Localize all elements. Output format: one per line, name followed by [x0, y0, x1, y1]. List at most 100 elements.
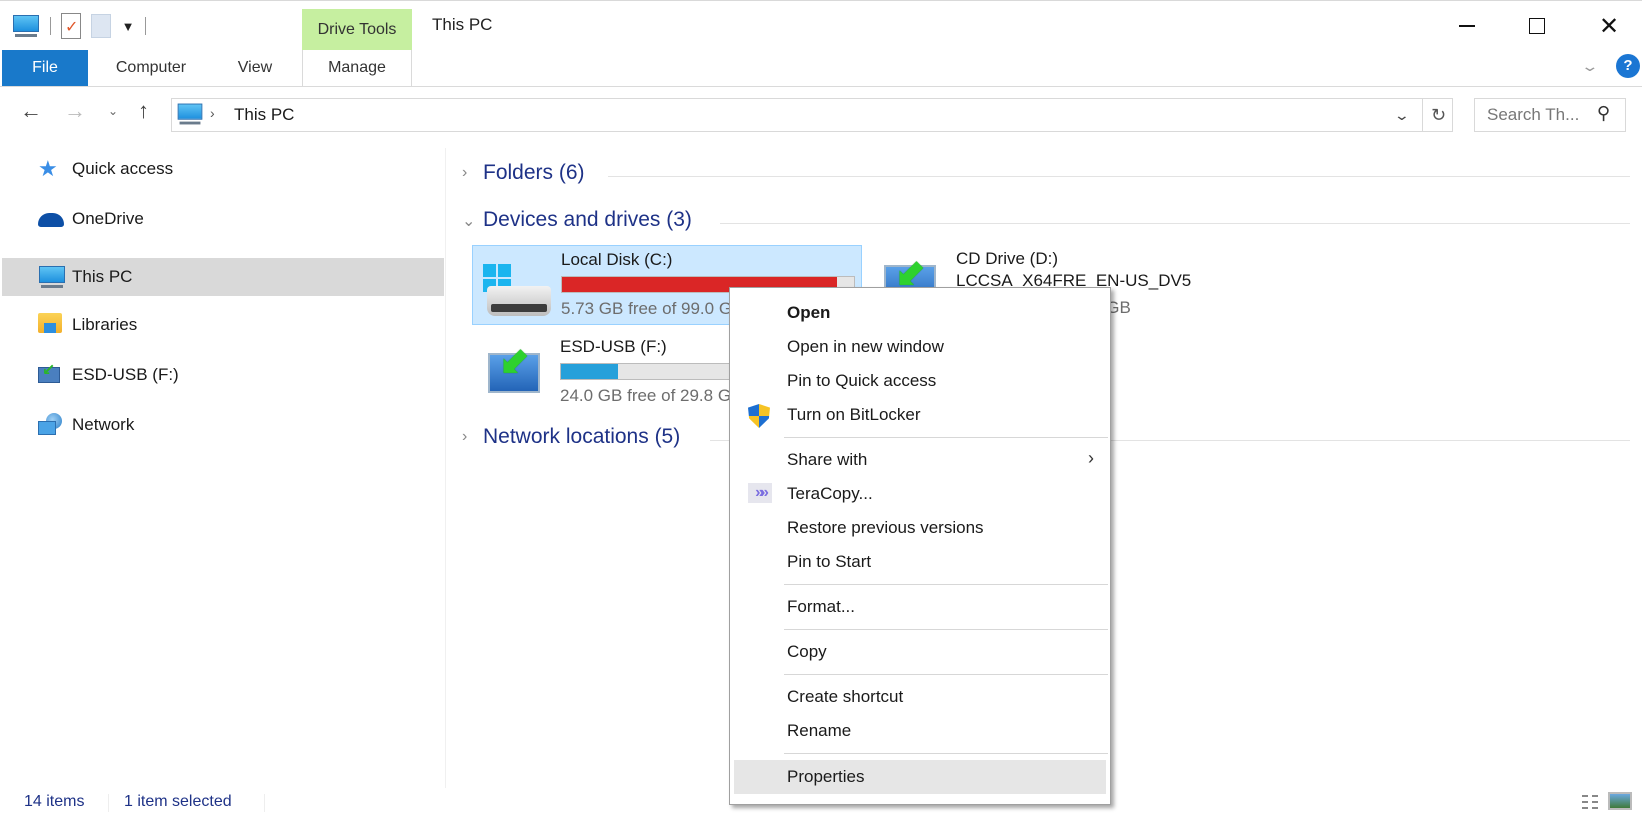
help-icon[interactable]: ? — [1616, 54, 1640, 78]
this-pc-icon — [177, 103, 204, 126]
menu-item-label: Pin to Start — [787, 552, 872, 571]
menu-item-turn-on-bitlocker[interactable]: Turn on BitLocker — [734, 398, 1106, 432]
tab-view[interactable]: View — [222, 50, 288, 86]
recent-locations-button[interactable]: ⌄ — [108, 104, 118, 118]
expand-chevron-icon[interactable]: › — [462, 164, 467, 182]
new-folder-icon[interactable] — [91, 14, 111, 38]
sidebar-item-esd-usb[interactable]: ESD-USB (F:) — [2, 356, 444, 394]
menu-item-open[interactable]: Open — [734, 296, 1106, 330]
toolbar-separator — [145, 17, 146, 35]
drive-free-space: 24.0 GB free of 29.8 GB — [560, 386, 743, 405]
search-placeholder: Search Th... — [1487, 105, 1580, 124]
up-button[interactable]: ↑ — [138, 98, 149, 124]
drive-name: CD Drive (D:) — [956, 249, 1058, 268]
menu-item-label: Rename — [787, 721, 852, 740]
customize-dropdown-icon[interactable]: ▼ — [121, 19, 135, 34]
menu-item-label: Pin to Quick access — [787, 371, 937, 390]
status-bar: 14 items 1 item selected — [0, 788, 1642, 815]
expand-chevron-icon[interactable]: › — [462, 428, 467, 446]
tab-file[interactable]: File — [2, 50, 88, 86]
menu-item-teracopy[interactable]: »» TeraCopy... — [734, 477, 1106, 511]
menu-item-label: Create shortcut — [787, 687, 904, 706]
context-menu: Open Open in new window Pin to Quick acc… — [729, 287, 1111, 805]
details-view-icon[interactable] — [1574, 792, 1600, 812]
menu-separator — [784, 674, 1108, 675]
search-input[interactable]: Search Th... ⚲ — [1474, 98, 1626, 132]
group-title[interactable]: Folders (6) — [483, 161, 585, 185]
computer-icon[interactable] — [12, 14, 40, 38]
navigation-bar: ← → ⌄ ↑ › This PC ⌄ ↻ Search Th... ⚲ — [0, 88, 1642, 140]
tab-computer[interactable]: Computer — [96, 50, 206, 86]
drive-usage-fill — [561, 364, 618, 379]
menu-item-share-with[interactable]: Share with › — [734, 443, 1106, 477]
teracopy-icon: »» — [748, 483, 772, 505]
drive-name: Local Disk (C:) — [561, 250, 673, 269]
menu-item-copy[interactable]: Copy — [734, 635, 1106, 669]
status-divider — [108, 794, 109, 812]
window-title: This PC — [432, 15, 493, 34]
group-folders[interactable]: › Folders (6) — [448, 160, 1638, 190]
sidebar-item-label: Network — [72, 415, 135, 434]
menu-item-pin-to-start[interactable]: Pin to Start — [734, 545, 1106, 579]
minimize-button[interactable] — [1444, 9, 1490, 43]
menu-item-open-in-new-window[interactable]: Open in new window — [734, 330, 1106, 364]
maximize-button[interactable] — [1514, 9, 1560, 43]
sidebar-item-label: OneDrive — [72, 209, 144, 228]
menu-item-label: Open in new window — [787, 337, 944, 356]
menu-item-pin-to-quick-access[interactable]: Pin to Quick access — [734, 364, 1106, 398]
sidebar-item-onedrive[interactable]: OneDrive — [2, 200, 444, 238]
drive-tools-context-tab: Drive Tools — [302, 9, 412, 51]
menu-item-rename[interactable]: Rename — [734, 714, 1106, 748]
sidebar-item-label: Quick access — [72, 159, 174, 178]
quick-access-toolbar: ▼ — [12, 13, 146, 39]
large-icons-view-icon[interactable] — [1608, 792, 1632, 810]
libraries-icon — [38, 313, 66, 337]
search-icon[interactable]: ⚲ — [1597, 103, 1610, 124]
drive-name: ESD-USB (F:) — [560, 337, 667, 356]
forward-button[interactable]: → — [64, 98, 86, 124]
group-title[interactable]: Network locations (5) — [483, 425, 680, 449]
breadcrumb-chevron-icon[interactable]: › — [210, 105, 215, 121]
group-title[interactable]: Devices and drives (3) — [483, 208, 692, 232]
sidebar-item-this-pc[interactable]: This PC — [2, 258, 444, 296]
expand-ribbon-icon[interactable]: ⌄ — [1580, 58, 1599, 75]
menu-item-label: Open — [787, 303, 831, 322]
onedrive-cloud-icon — [38, 207, 66, 231]
refresh-button[interactable]: ↻ — [1422, 99, 1454, 131]
menu-item-restore-previous-versions[interactable]: Restore previous versions — [734, 511, 1106, 545]
usb-drive-icon — [38, 360, 66, 387]
network-icon — [38, 413, 66, 437]
selection-count: 1 item selected — [124, 793, 232, 810]
menu-separator — [784, 753, 1108, 754]
menu-item-format[interactable]: Format... — [734, 590, 1106, 624]
menu-item-create-shortcut[interactable]: Create shortcut — [734, 680, 1106, 714]
quick-access-star-icon: ★ — [38, 156, 58, 181]
breadcrumb-this-pc[interactable]: This PC — [234, 105, 294, 125]
address-dropdown-icon[interactable]: ⌄ — [1394, 107, 1410, 124]
back-button[interactable]: ← — [20, 98, 42, 124]
collapse-chevron-icon[interactable]: ⌄ — [462, 211, 475, 231]
menu-separator — [784, 437, 1108, 438]
menu-item-label: Turn on BitLocker — [787, 405, 921, 424]
sidebar-item-libraries[interactable]: Libraries — [2, 306, 444, 344]
drive-free-space: 5.73 GB free of 99.0 GB — [561, 299, 744, 318]
menu-separator — [784, 584, 1108, 585]
group-devices-and-drives[interactable]: ⌄ Devices and drives (3) — [448, 207, 1638, 237]
title-bar: ▼ Drive Tools This PC ✕ — [0, 0, 1642, 51]
tab-manage[interactable]: Manage — [302, 50, 412, 86]
status-divider — [264, 794, 265, 812]
this-pc-icon — [38, 265, 66, 289]
properties-icon[interactable] — [61, 13, 81, 39]
address-bar[interactable]: › This PC ⌄ ↻ — [171, 98, 1453, 132]
item-count: 14 items — [24, 793, 85, 810]
menu-item-label: Format... — [787, 597, 856, 616]
menu-item-label: Copy — [787, 642, 827, 661]
toolbar-separator — [50, 17, 51, 35]
group-divider — [720, 223, 1630, 224]
sidebar-item-quick-access[interactable]: ★ Quick access — [2, 150, 444, 188]
navigation-pane: ★ Quick access OneDrive This PC Librarie… — [0, 148, 446, 788]
sidebar-item-label: ESD-USB (F:) — [72, 365, 179, 384]
bitlocker-shield-icon — [748, 404, 772, 428]
close-button[interactable]: ✕ — [1586, 9, 1632, 43]
sidebar-item-network[interactable]: Network — [2, 406, 444, 444]
